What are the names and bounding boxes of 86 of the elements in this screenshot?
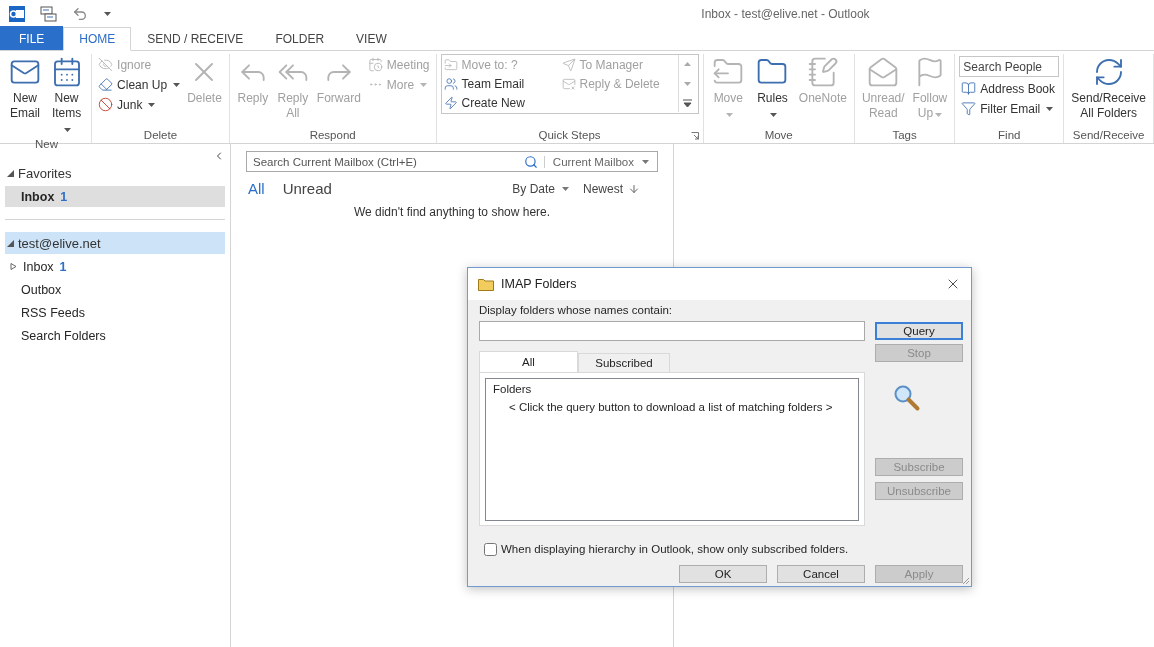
unread-count: 1 — [59, 259, 67, 274]
folder-item[interactable]: Search Folders — [5, 325, 225, 346]
group-label: Send/Receive — [1072, 129, 1145, 141]
dialog-launcher-icon[interactable] — [690, 132, 699, 140]
checkbox[interactable] — [484, 543, 497, 556]
resize-grip-icon[interactable] — [960, 575, 970, 585]
search-people-field[interactable]: Search People — [959, 56, 1060, 77]
folder-name: Inbox — [23, 259, 54, 274]
empty-message: We didn't find anything to show here. — [352, 205, 552, 219]
customize-caret-icon[interactable] — [104, 11, 111, 16]
group-label: Tags — [892, 129, 917, 141]
expanded-triangle-icon[interactable] — [7, 239, 14, 247]
undo-icon[interactable] — [72, 5, 88, 22]
ribbon-button[interactable]: Junk — [96, 96, 183, 113]
folder-item[interactable]: Inbox 1 — [5, 186, 225, 207]
window-title: Inbox - test@elive.net - Outlook — [700, 6, 871, 21]
dialog-button[interactable]: Cancel — [777, 565, 865, 584]
filter-tab[interactable]: All — [246, 180, 267, 197]
ribbon-tab[interactable]: HOME — [63, 27, 132, 51]
mailbox-search-field[interactable]: Search Current Mailbox (Ctrl+E) Current Mailbox — [246, 151, 658, 172]
group-label: Respond — [309, 129, 356, 141]
folder-name: Search Folders — [21, 328, 106, 343]
folder-item[interactable]: Outbox — [5, 279, 225, 300]
ribbon-button[interactable]: New Email — [6, 54, 44, 123]
list-message: < Click the query button to download a list of matching folders > — [508, 401, 834, 413]
folder-section-header[interactable]: test@elive.net — [5, 232, 225, 254]
dialog-tab[interactable]: Subscribed — [578, 353, 670, 372]
calendar-clock-icon — [367, 57, 383, 72]
paper-plane-icon — [561, 57, 576, 72]
folder-name: RSS Feeds — [21, 305, 85, 320]
ribbon-button[interactable]: Filter Email — [959, 100, 1060, 117]
ribbon-tab[interactable]: FILE — [0, 26, 64, 50]
group-label: Quick Steps — [538, 129, 601, 141]
unread-count: 1 — [60, 189, 68, 204]
collapsed-triangle-icon[interactable] — [10, 263, 17, 270]
dialog-button[interactable]: OK — [679, 565, 767, 584]
expanded-triangle-icon[interactable] — [7, 169, 14, 177]
group-label: New — [35, 138, 59, 150]
ribbon-button[interactable]: Address Book — [959, 80, 1060, 97]
lightning-icon — [443, 95, 458, 110]
down-arrow-icon — [628, 182, 640, 195]
ribbon-tab[interactable]: SEND / RECEIVE — [131, 26, 260, 50]
column-header: Folders — [493, 383, 533, 395]
quick-step[interactable]: Create New — [441, 93, 560, 112]
ribbon-button[interactable]: Clean Up — [96, 76, 183, 93]
eraser-icon — [98, 77, 114, 92]
send-receive-icon[interactable] — [40, 4, 58, 23]
dialog-title: IMAP Folders — [501, 277, 578, 291]
sort-dropdown[interactable]: By Date — [512, 181, 569, 196]
checkbox-label: When displaying hierarchy in Outlook, show only subscribed folders. — [501, 543, 849, 556]
folder-name-field[interactable] — [479, 321, 865, 341]
funnel-icon — [961, 101, 977, 116]
search-scope-dropdown[interactable]: Current Mailbox — [543, 155, 653, 168]
notebook-icon — [806, 56, 839, 88]
folder-icon — [478, 277, 494, 291]
group-label: Find — [998, 129, 1021, 141]
magnifier-icon — [893, 384, 921, 412]
envelope-x-icon — [561, 76, 576, 91]
ribbon-button[interactable]: Rules — [751, 54, 794, 123]
group-label: Delete — [143, 129, 178, 141]
ribbon-tab[interactable]: VIEW — [340, 26, 403, 50]
sort-order-button[interactable]: Newest — [583, 181, 640, 196]
folder-name: Inbox — [21, 189, 55, 204]
folder-item[interactable]: RSS Feeds — [5, 302, 225, 323]
search-icon[interactable] — [523, 154, 538, 169]
book-icon — [961, 81, 977, 96]
ribbon-button[interactable]: New Items — [46, 54, 88, 138]
group-label: Move — [764, 129, 793, 141]
ribbon-button[interactable]: Send/Receive All Folders — [1068, 54, 1149, 123]
folder-item[interactable]: Inbox 1 — [5, 256, 225, 277]
ribbon-tab[interactable]: FOLDER — [259, 26, 341, 50]
eye-slash-icon — [98, 57, 114, 72]
quick-step[interactable]: Team Email — [441, 74, 560, 93]
folder-arrow-icon — [443, 57, 458, 72]
caret-icon — [562, 186, 569, 191]
folder-section-header[interactable]: Favorites — [5, 162, 225, 184]
dialog-button[interactable]: Query — [875, 322, 963, 340]
caret-icon — [642, 159, 649, 164]
app-logo-icon — [8, 4, 26, 23]
dialog-tab[interactable]: All — [479, 351, 578, 372]
filter-tab[interactable]: Unread — [280, 180, 334, 197]
people-icon — [443, 76, 458, 91]
field-label: Display folders whose names contain: — [479, 304, 674, 316]
prohibited-icon — [98, 97, 114, 112]
open-envelope-icon — [867, 56, 900, 88]
folder-name: Outbox — [21, 282, 62, 297]
